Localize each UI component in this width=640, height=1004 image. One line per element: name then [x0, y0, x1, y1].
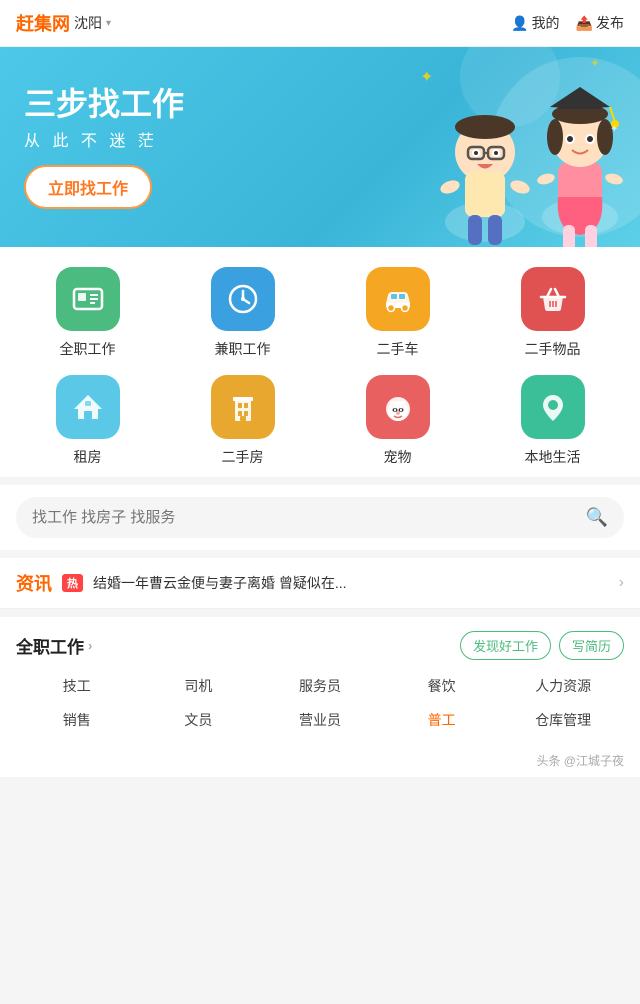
city-label[interactable]: 沈阳: [74, 13, 102, 33]
publish-button[interactable]: 📤 发布: [576, 13, 624, 33]
category-rent[interactable]: 租房: [10, 375, 165, 467]
pet-svg: [380, 389, 416, 425]
pet-icon: [366, 375, 430, 439]
news-section[interactable]: 资讯 热 结婚一年曹云金便与妻子离婚 曾疑似在... ›: [0, 558, 640, 609]
category-local[interactable]: 本地生活: [475, 375, 630, 467]
job-tag-7[interactable]: 营业员: [259, 710, 381, 730]
news-label: 资讯: [16, 570, 52, 596]
category-section: 全职工作 兼职工作: [0, 247, 640, 477]
category-used-house[interactable]: 二手房: [165, 375, 320, 467]
banner-content: 三步找工作 从 此 不 迷 茫 立即找工作: [0, 65, 208, 229]
header-left: 赶集网 沈阳 ▾: [16, 10, 111, 36]
banner-title: 三步找工作: [24, 85, 184, 123]
building-svg: [225, 389, 261, 425]
pet-label: 宠物: [384, 447, 412, 467]
jobs-title-arrow-icon: ›: [88, 638, 92, 653]
job-tag-0[interactable]: 技工: [16, 676, 138, 696]
job-tag-9[interactable]: 仓库管理: [502, 710, 624, 730]
category-fulltime[interactable]: 全职工作: [10, 267, 165, 359]
jobs-title-text: 全职工作: [16, 633, 84, 658]
job-tag-4[interactable]: 人力资源: [502, 676, 624, 696]
write-resume-button[interactable]: 写简历: [559, 631, 624, 660]
id-card-svg: [70, 281, 106, 317]
watermark: 头条 @江城子夜: [0, 744, 640, 777]
banner-illustration: ✦ ✦ ✦: [410, 52, 630, 247]
fulltime-icon: [56, 267, 120, 331]
jobs-tags: 技工 司机 服务员 餐饮 人力资源 销售 文员 营业员 普工 仓库管理: [16, 676, 624, 730]
banner-cta-button[interactable]: 立即找工作: [24, 165, 152, 209]
basket-svg: [535, 281, 571, 317]
house-svg: [70, 389, 106, 425]
used-house-label: 二手房: [222, 447, 264, 467]
watermark-text: 头条 @江城子夜: [536, 754, 624, 768]
used-house-icon: [211, 375, 275, 439]
search-section: 🔍: [0, 485, 640, 550]
jobs-header: 全职工作 › 发现好工作 写简历: [16, 631, 624, 660]
parttime-label: 兼职工作: [215, 339, 271, 359]
news-hot-badge: 热: [62, 574, 83, 592]
job-tag-8[interactable]: 普工: [381, 710, 503, 730]
city-chevron-icon[interactable]: ▾: [106, 18, 111, 29]
find-job-button[interactable]: 发现好工作: [460, 631, 551, 660]
job-tag-1[interactable]: 司机: [138, 676, 260, 696]
banner: 三步找工作 从 此 不 迷 茫 立即找工作: [0, 47, 640, 247]
svg-text:✦: ✦: [590, 56, 600, 70]
parttime-icon: [211, 267, 275, 331]
category-pet[interactable]: 宠物: [320, 375, 475, 467]
logo[interactable]: 赶集网: [16, 10, 70, 36]
header-right: 👤 我的 📤 发布: [511, 13, 624, 33]
svg-text:✦: ✦: [420, 69, 433, 86]
news-arrow-icon: ›: [619, 574, 624, 592]
used-goods-icon: [521, 267, 585, 331]
publish-label: 发布: [596, 13, 624, 33]
publish-icon: 📤: [576, 15, 593, 32]
search-icon: 🔍: [586, 507, 608, 528]
my-label: 我的: [532, 13, 560, 33]
jobs-section: 全职工作 › 发现好工作 写简历 技工 司机 服务员 餐饮 人力资源 销售 文员…: [0, 617, 640, 744]
job-tag-3[interactable]: 餐饮: [381, 676, 503, 696]
banner-subtitle: 从 此 不 迷 茫: [24, 127, 184, 151]
used-car-icon: [366, 267, 430, 331]
category-parttime[interactable]: 兼职工作: [165, 267, 320, 359]
job-tag-6[interactable]: 文员: [138, 710, 260, 730]
category-grid: 全职工作 兼职工作: [10, 267, 630, 467]
jobs-title[interactable]: 全职工作 ›: [16, 633, 92, 658]
used-goods-label: 二手物品: [525, 339, 581, 359]
svg-text:✦: ✦: [610, 124, 618, 135]
location-svg: [535, 389, 571, 425]
category-used-car[interactable]: 二手车: [320, 267, 475, 359]
news-text: 结婚一年曹云金便与妻子离婚 曾疑似在...: [93, 573, 609, 593]
my-button[interactable]: 👤 我的: [511, 13, 559, 33]
job-tag-2[interactable]: 服务员: [259, 676, 381, 696]
search-bar[interactable]: 🔍: [16, 497, 624, 538]
header: 赶集网 沈阳 ▾ 👤 我的 📤 发布: [0, 0, 640, 47]
local-label: 本地生活: [525, 447, 581, 467]
category-used-goods[interactable]: 二手物品: [475, 267, 630, 359]
local-icon: [521, 375, 585, 439]
fulltime-label: 全职工作: [60, 339, 116, 359]
car-svg: [380, 281, 416, 317]
used-car-label: 二手车: [377, 339, 419, 359]
rent-label: 租房: [74, 447, 102, 467]
banner-characters: ✦ ✦ ✦: [410, 52, 630, 247]
user-icon: 👤: [511, 15, 528, 32]
jobs-actions: 发现好工作 写简历: [460, 631, 624, 660]
rent-icon: [56, 375, 120, 439]
job-tag-5[interactable]: 销售: [16, 710, 138, 730]
clock-svg: [225, 281, 261, 317]
search-input[interactable]: [32, 509, 578, 526]
